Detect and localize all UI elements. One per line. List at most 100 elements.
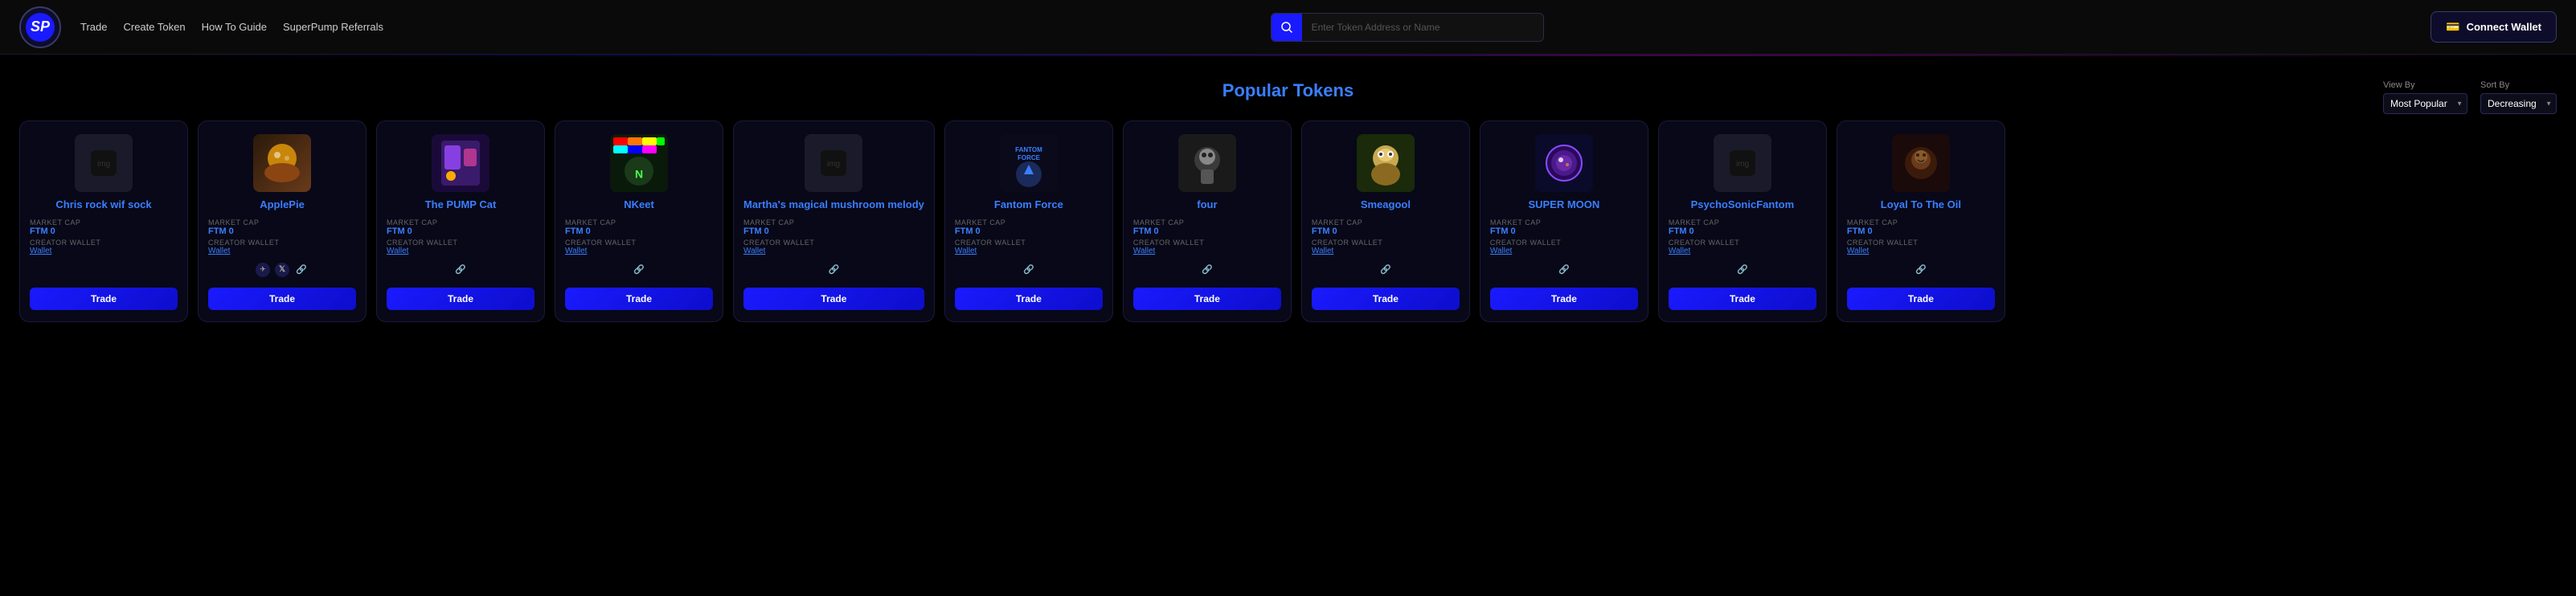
market-cap-value: FTM 0 (30, 227, 178, 236)
token-socials: 🔗 (1022, 262, 1036, 278)
view-by-select-wrapper: Most Popular Newest Trending (2383, 93, 2467, 114)
creator-wallet-value[interactable]: Wallet (565, 247, 710, 255)
x-icon[interactable]: 𝕏 (275, 263, 289, 277)
creator-wallet-value[interactable]: Wallet (955, 247, 1100, 255)
token-card: Smeagool Market Cap FTM 0 Creator Wallet… (1301, 120, 1470, 322)
link-icon[interactable]: 🔗 (1022, 263, 1036, 277)
link-icon[interactable]: 🔗 (1914, 263, 1928, 277)
market-cap-value: FTM 0 (1133, 227, 1281, 236)
creator-wallet-value[interactable]: Wallet (743, 247, 888, 255)
creator-wallet-row: Creator Wallet Wallet (1133, 239, 1281, 255)
creator-wallet-label: Creator Wallet (387, 239, 534, 247)
market-cap-row: Market Cap FTM 0 (208, 218, 356, 236)
creator-wallet-row: Creator Wallet Wallet (1490, 239, 1638, 255)
sort-by-select[interactable]: Decreasing Increasing (2480, 93, 2557, 114)
market-cap-row: Market Cap FTM 0 (1847, 218, 1995, 236)
creator-wallet-row: Creator Wallet Wallet (1312, 239, 1460, 255)
nav-how-to-guide[interactable]: How To Guide (202, 21, 267, 33)
market-cap-row: Market Cap FTM 0 (1133, 218, 1281, 236)
view-by-label: View By (2383, 80, 2467, 90)
trade-button[interactable]: Trade (1133, 288, 1281, 310)
creator-wallet-label: Creator Wallet (1847, 239, 1995, 247)
market-cap-value: FTM 0 (387, 227, 534, 236)
market-cap-label: Market Cap (387, 218, 534, 227)
logo[interactable]: SP (19, 6, 61, 48)
token-socials: ✈ 𝕏 🔗 (256, 262, 309, 278)
creator-wallet-value[interactable]: Wallet (1312, 247, 1456, 255)
token-stats: Market Cap FTM 0 Creator Wallet Wallet (743, 218, 924, 255)
token-stats: Market Cap FTM 0 Creator Wallet Wallet (30, 218, 178, 255)
trade-button[interactable]: Trade (955, 288, 1103, 310)
trade-button[interactable]: Trade (1490, 288, 1638, 310)
main-content: Popular Tokens View By Most Popular Newe… (0, 56, 2576, 361)
creator-wallet-value[interactable]: Wallet (30, 247, 174, 255)
creator-wallet-row: Creator Wallet Wallet (743, 239, 924, 255)
link-icon[interactable]: 🔗 (1200, 263, 1214, 277)
market-cap-label: Market Cap (1133, 218, 1281, 227)
creator-wallet-value[interactable]: Wallet (208, 247, 353, 255)
search-input[interactable] (1302, 14, 1527, 41)
token-name: Fantom Force (994, 198, 1063, 212)
market-cap-value: FTM 0 (208, 227, 356, 236)
link-icon[interactable]: 🔗 (1378, 263, 1393, 277)
link-icon[interactable]: 🔗 (632, 263, 646, 277)
token-card: img PsychoSonicFantom Market Cap FTM 0 C… (1658, 120, 1827, 322)
token-image (1178, 134, 1236, 192)
nav-create-token[interactable]: Create Token (123, 21, 185, 33)
trade-button[interactable]: Trade (208, 288, 356, 310)
search-bar (399, 13, 2414, 42)
token-stats: Market Cap FTM 0 Creator Wallet Wallet (565, 218, 713, 255)
link-icon[interactable]: 🔗 (1735, 263, 1750, 277)
logo-text: SP (26, 13, 55, 42)
token-name: SUPER MOON (1528, 198, 1599, 212)
market-cap-row: Market Cap FTM 0 (387, 218, 534, 236)
navbar: SP Trade Create Token How To Guide Super… (0, 0, 2576, 55)
market-cap-value: FTM 0 (565, 227, 713, 236)
creator-wallet-value[interactable]: Wallet (1133, 247, 1278, 255)
link-icon[interactable]: 🔗 (294, 263, 309, 277)
creator-wallet-value[interactable]: Wallet (1847, 247, 1992, 255)
market-cap-label: Market Cap (30, 218, 178, 227)
creator-wallet-value[interactable]: Wallet (387, 247, 531, 255)
search-wrapper (1271, 13, 1544, 42)
search-button[interactable] (1272, 14, 1302, 41)
creator-wallet-value[interactable]: Wallet (1490, 247, 1635, 255)
trade-button[interactable]: Trade (743, 288, 924, 310)
trade-button[interactable]: Trade (387, 288, 534, 310)
token-image-broken: img (805, 134, 862, 192)
trade-button[interactable]: Trade (565, 288, 713, 310)
market-cap-label: Market Cap (743, 218, 924, 227)
token-socials: 🔗 (826, 262, 841, 278)
creator-wallet-row: Creator Wallet Wallet (387, 239, 534, 255)
token-stats: Market Cap FTM 0 Creator Wallet Wallet (1133, 218, 1281, 255)
link-icon[interactable]: 🔗 (453, 263, 468, 277)
token-name: NKeet (624, 198, 654, 212)
market-cap-value: FTM 0 (1312, 227, 1460, 236)
sort-by-select-wrapper: Decreasing Increasing (2480, 93, 2557, 114)
trade-button[interactable]: Trade (1312, 288, 1460, 310)
svg-text:FANTOM: FANTOM (1015, 146, 1042, 153)
nav-superpump-referrals[interactable]: SuperPump Referrals (283, 21, 383, 33)
token-stats: Market Cap FTM 0 Creator Wallet Wallet (1847, 218, 1995, 255)
nav-trade[interactable]: Trade (80, 21, 107, 33)
view-by-select[interactable]: Most Popular Newest Trending (2383, 93, 2467, 114)
token-card: img Chris rock wif sock Market Cap FTM 0… (19, 120, 188, 322)
creator-wallet-row: Creator Wallet Wallet (1669, 239, 1816, 255)
token-image (1892, 134, 1950, 192)
token-name: The PUMP Cat (425, 198, 497, 212)
telegram-icon[interactable]: ✈ (256, 263, 270, 277)
search-icon (1281, 22, 1292, 33)
market-cap-label: Market Cap (1669, 218, 1816, 227)
market-cap-row: Market Cap FTM 0 (30, 218, 178, 236)
token-socials: 🔗 (1557, 262, 1571, 278)
svg-text:img: img (1736, 160, 1749, 169)
link-icon[interactable]: 🔗 (1557, 263, 1571, 277)
trade-button[interactable]: Trade (1669, 288, 1816, 310)
token-name: Chris rock wif sock (55, 198, 151, 212)
trade-button[interactable]: Trade (1847, 288, 1995, 310)
connect-wallet-button[interactable]: 💳 Connect Wallet (2431, 11, 2557, 43)
trade-button[interactable]: Trade (30, 288, 178, 310)
link-icon[interactable]: 🔗 (826, 263, 841, 277)
creator-wallet-value[interactable]: Wallet (1669, 247, 1813, 255)
token-image: FANTOM FORCE (1000, 134, 1058, 192)
